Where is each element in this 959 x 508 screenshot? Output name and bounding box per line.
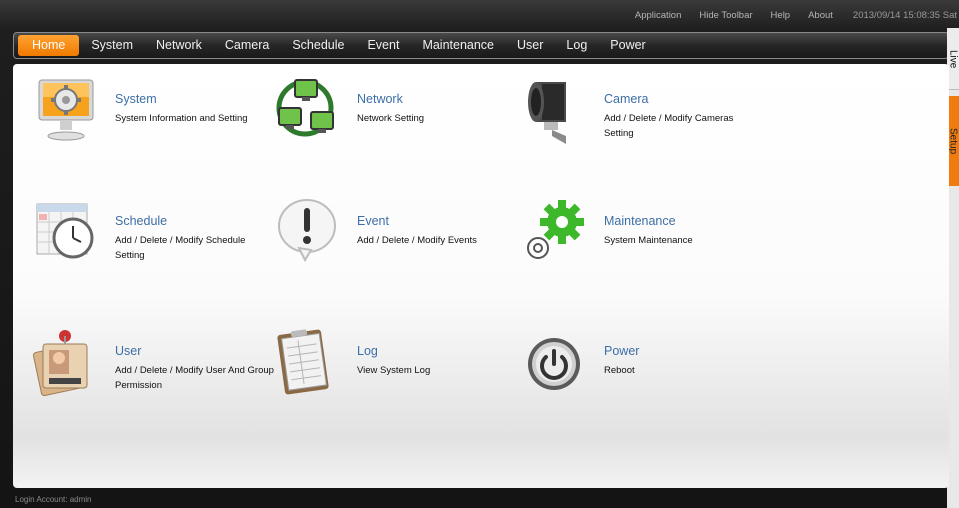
tile-schedule-desc: Add / Delete / Modify Schedule Setting xyxy=(115,235,246,261)
security-camera-icon xyxy=(522,74,592,146)
tile-camera[interactable]: Camera Add / Delete / Modify Cameras Set… xyxy=(522,74,762,154)
tile-maintenance-title: Maintenance xyxy=(604,214,676,228)
tile-camera-title: Camera xyxy=(604,92,649,106)
calendar-clock-icon xyxy=(33,196,103,268)
tile-maintenance-desc: System Maintenance xyxy=(604,235,693,246)
tile-log-desc: View System Log xyxy=(357,365,431,376)
main-nav: Home System Network Camera Schedule Even… xyxy=(13,32,949,59)
tile-network-desc: Network Setting xyxy=(357,113,425,124)
login-status: Login Account: admin xyxy=(15,495,92,504)
tile-network[interactable]: Network Network Setting xyxy=(275,74,515,154)
tab-live-label: Live xyxy=(947,50,959,69)
tile-system-desc: System Information and Setting xyxy=(115,113,248,124)
monitor-gear-icon xyxy=(33,74,103,146)
tile-system[interactable]: System System Information and Setting xyxy=(33,74,273,154)
home-panel: System System Information and Setting Ne… xyxy=(13,64,949,488)
tile-event-title: Event xyxy=(357,214,389,228)
nav-network[interactable]: Network xyxy=(145,35,213,56)
tile-system-title: System xyxy=(115,92,157,106)
tile-power-title: Power xyxy=(604,344,640,358)
id-cards-icon xyxy=(32,326,103,398)
tile-log-title: Log xyxy=(357,344,378,358)
tile-power[interactable]: Power Reboot xyxy=(522,326,762,406)
nav-schedule[interactable]: Schedule xyxy=(281,35,355,56)
tile-maintenance[interactable]: Maintenance System Maintenance xyxy=(522,196,762,276)
tile-schedule-title: Schedule xyxy=(115,214,168,228)
hide-toolbar-link[interactable]: Hide Toolbar xyxy=(699,10,752,21)
tile-log[interactable]: Log View System Log xyxy=(275,326,515,406)
nav-user[interactable]: User xyxy=(506,35,554,56)
nav-camera[interactable]: Camera xyxy=(214,35,280,56)
nav-maintenance[interactable]: Maintenance xyxy=(411,35,505,56)
tile-power-desc: Reboot xyxy=(604,365,635,376)
application-link[interactable]: Application xyxy=(635,10,681,21)
gears-icon xyxy=(522,196,592,268)
top-toolbar: Application Hide Toolbar Help About 2013… xyxy=(0,0,959,30)
about-link[interactable]: About xyxy=(808,10,833,21)
tile-event[interactable]: Event Add / Delete / Modify Events xyxy=(275,196,515,276)
nav-home[interactable]: Home xyxy=(18,35,80,56)
clipboard-log-icon xyxy=(275,326,345,398)
datetime-display: 2013/09/14 15:08:35 Sat xyxy=(852,9,957,21)
nav-log[interactable]: Log xyxy=(555,35,598,56)
tile-user-title: User xyxy=(115,344,142,358)
help-link[interactable]: Help xyxy=(771,10,791,21)
nav-system[interactable]: System xyxy=(80,35,144,56)
tab-setup-label: Setup xyxy=(947,127,959,155)
nav-power[interactable]: Power xyxy=(599,35,656,56)
tile-schedule[interactable]: Schedule Add / Delete / Modify Schedule … xyxy=(33,196,273,276)
tile-user-desc: Add / Delete / Modify User And Group Per… xyxy=(115,365,274,391)
network-computers-icon xyxy=(275,74,345,146)
exclamation-bubble-icon xyxy=(275,196,345,268)
tile-network-title: Network xyxy=(357,92,403,106)
power-button-icon xyxy=(522,326,592,398)
tile-event-desc: Add / Delete / Modify Events xyxy=(357,235,477,246)
nav-event[interactable]: Event xyxy=(356,35,410,56)
tile-user[interactable]: User Add / Delete / Modify User And Grou… xyxy=(32,326,274,406)
tile-camera-desc: Add / Delete / Modify Cameras Setting xyxy=(604,113,734,139)
